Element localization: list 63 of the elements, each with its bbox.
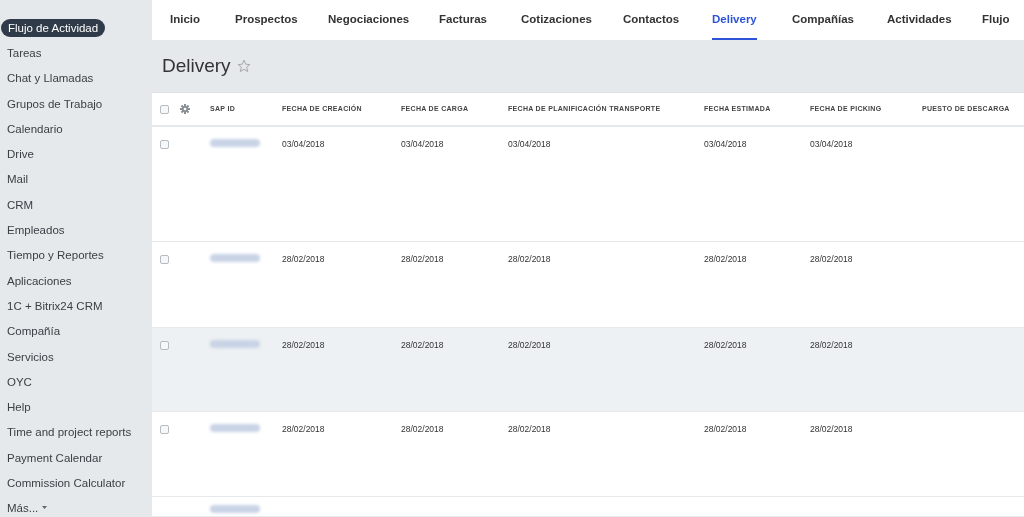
sidebar-item[interactable]: Flujo de Actividad [1,18,106,37]
blurred-id [210,505,260,514]
sidebar-item[interactable]: Servicios [0,347,61,366]
nav-tab[interactable]: Flujo [982,0,1010,41]
table-cell-text: 28/02/2018 [282,254,326,265]
sidebar-item[interactable]: Chat y Llamadas [0,69,101,88]
table-cell-text: 28/02/2018 [401,254,445,265]
nav-tab[interactable]: Prospectos [235,0,298,41]
table-cell-text: 28/02/2018 [401,424,445,434]
table-cell-text: 28/02/2018 [810,254,854,265]
table-cell-text: 28/02/2018 [508,339,552,350]
more-menu[interactable]: Más... [0,499,55,517]
sidebar-item[interactable]: Empleados [0,221,72,239]
row-checkbox[interactable] [160,139,169,149]
sidebar-item[interactable]: OYC [0,372,39,391]
sidebar-item[interactable]: Commission Calculator [0,474,133,492]
nav-tab[interactable]: Actividades [887,0,952,41]
nav-tab[interactable]: Inicio [170,0,201,41]
star-icon[interactable] [236,59,251,74]
table-cell-text: 28/02/2018 [282,339,326,350]
table-cell-text: 28/02/2018 [508,424,552,434]
blurred-id [210,254,260,263]
sidebar-item[interactable]: CRM [0,195,41,214]
table-cell-text: 28/02/2018 [810,339,854,350]
sidebar-item[interactable]: Payment Calendar [0,448,110,467]
table-cell-text: 28/02/2018 [810,424,854,434]
blurred-id [210,138,260,147]
page-title: Delivery [162,55,231,78]
table-cell-text: 03/04/2018 [508,138,552,149]
blurred-id [210,424,260,432]
select-all-checkbox[interactable] [160,104,169,114]
sidebar-item[interactable]: Tareas [0,43,49,62]
table-cell-text: 28/02/2018 [704,254,748,265]
sidebar-item[interactable]: Compañía [0,322,68,341]
sidebar-item[interactable]: 1C + Bitrix24 CRM [0,296,110,315]
table-cell-text: 03/04/2018 [810,138,854,149]
blurred-id [210,339,260,348]
table-cell-text: 28/02/2018 [282,424,326,434]
settings-icon[interactable] [180,103,190,114]
table-cell-text: 03/04/2018 [704,138,748,149]
sidebar-item[interactable]: Mail [0,170,36,189]
table-cell-text: 28/02/2018 [401,339,445,350]
table-cell-text: 28/02/2018 [704,339,748,350]
nav-tab[interactable]: Contactos [623,0,680,41]
nav-tab[interactable]: Facturas [439,0,487,41]
caret-icon [42,506,48,511]
sidebar-item[interactable]: Drive [0,145,41,164]
sidebar-item[interactable]: Time and project reports [0,423,139,442]
nav-tab[interactable]: Cotizaciones [521,0,592,41]
sidebar-item[interactable]: Grupos de Trabajo [0,94,110,113]
sidebar-item[interactable]: Help [0,398,38,417]
row-checkbox[interactable] [160,255,169,265]
nav-tab[interactable]: Negociaciones [328,0,410,41]
table-cell-text: 03/04/2018 [401,138,445,149]
table-cell-text: 03/04/2018 [282,138,326,149]
row-checkbox[interactable] [160,340,169,350]
table-cell-text: 28/02/2018 [508,254,552,265]
row-checkbox[interactable] [160,425,169,434]
sidebar-item[interactable]: Tiempo y Reportes [0,246,111,265]
nav-tab[interactable]: Compañías [792,0,854,41]
sidebar-item[interactable]: Calendario [0,119,70,138]
sidebar-item[interactable]: Aplicaciones [0,271,79,290]
table-cell-text: 28/02/2018 [704,424,748,434]
